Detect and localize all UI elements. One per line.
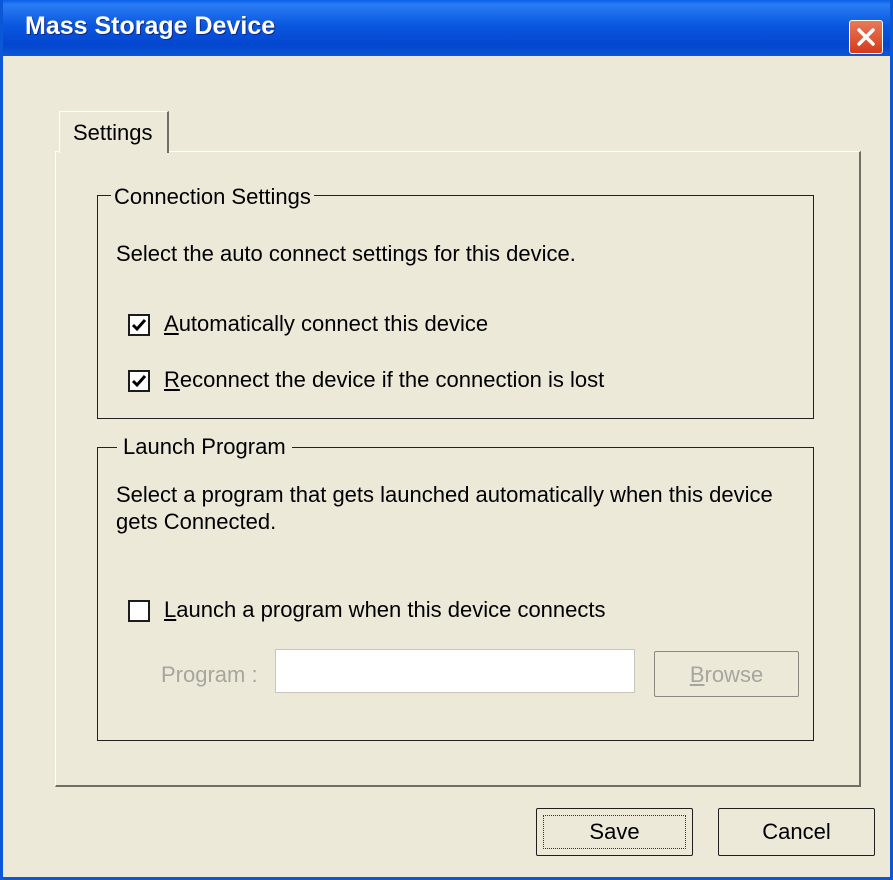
program-label: Program : [161,662,258,687]
cancel-button[interactable]: Cancel [718,808,875,856]
connection-settings-description: Select the auto connect settings for thi… [116,241,576,266]
auto-connect-label[interactable]: Automatically connect this device [164,311,488,337]
reconnect-checkbox[interactable] [128,370,150,392]
reconnect-label[interactable]: Reconnect the device if the connection i… [164,367,604,393]
launch-program-legend: Launch Program [117,434,292,460]
browse-button[interactable]: Browse [654,651,799,697]
program-path-input[interactable] [275,649,635,693]
close-button[interactable] [849,20,883,54]
browse-button-label: Browse [689,662,764,687]
save-button[interactable]: Save [536,808,693,856]
launch-program-description-line1: Select a program that gets launched auto… [116,482,773,507]
tab-settings[interactable]: Settings [59,111,169,153]
auto-connect-checkbox[interactable] [128,314,150,336]
save-button-label: Save [589,819,640,844]
launch-program-description-line2: gets Connected. [116,509,277,534]
cancel-button-label: Cancel [762,819,831,844]
connection-settings-legend: Connection Settings [111,184,314,210]
window-title: Mass Storage Device [25,12,276,40]
title-bar[interactable]: Mass Storage Device [3,0,890,56]
tab-settings-label: Settings [73,120,153,145]
launch-program-checkbox[interactable] [128,600,150,622]
dialog-window: Mass Storage Device Settings Connection … [0,0,893,880]
launch-program-label[interactable]: Launch a program when this device connec… [164,597,606,623]
